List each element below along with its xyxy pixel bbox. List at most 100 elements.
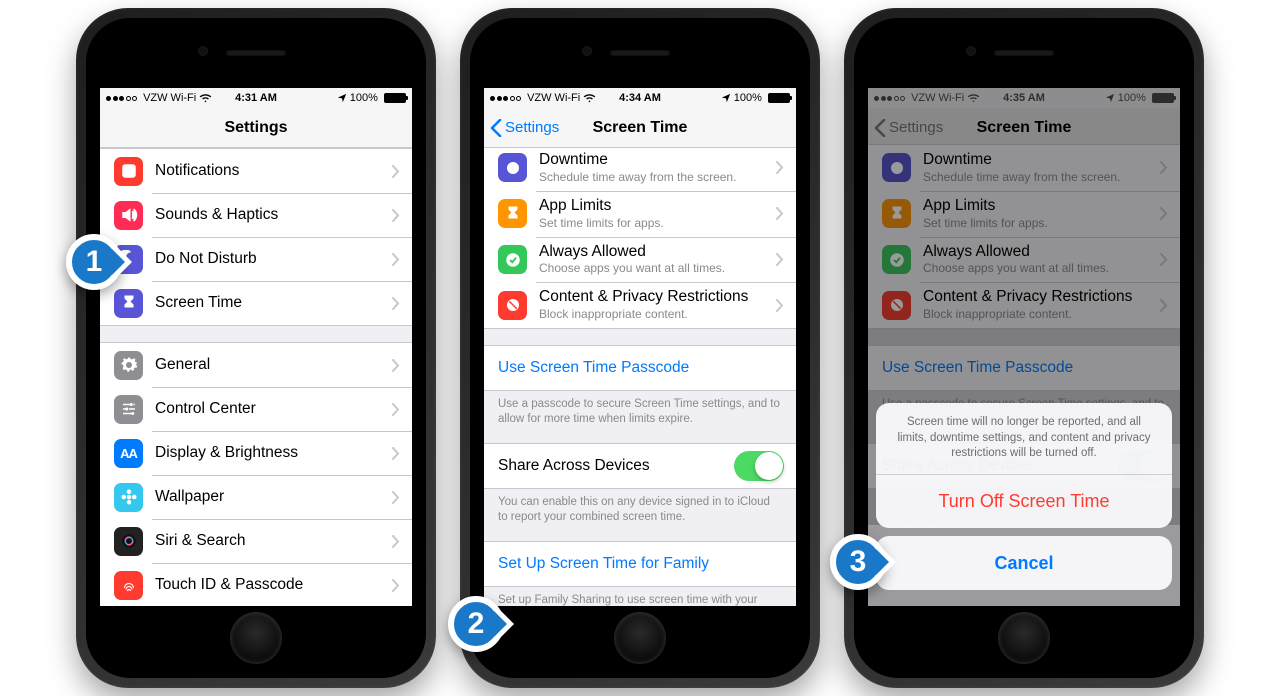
phone-1-slot: 1 VZW Wi-Fi 4:31 AM 100% [76, 8, 436, 688]
row-sublabel: Choose apps you want at all times. [539, 261, 770, 276]
chevron-right-icon [776, 207, 784, 220]
back-button[interactable]: Settings [490, 108, 559, 147]
screen-2: VZW Wi-Fi 4:34 AM 100% Set [484, 88, 796, 606]
share-footer: You can enable this on any device signed… [484, 489, 796, 525]
row-label: Display & Brightness [155, 444, 386, 462]
row-app-limits[interactable]: App LimitsSet time limits for apps. [484, 191, 796, 237]
chevron-left-icon [490, 119, 502, 137]
status-bar: VZW Wi-Fi 4:34 AM 100% [484, 88, 796, 108]
phone-3-slot: 3 VZW Wi-Fi 4:35 AM 100% [844, 8, 1204, 688]
row-label: Notifications [155, 162, 386, 180]
row-label: Sounds & Haptics [155, 206, 386, 224]
stage: 1 VZW Wi-Fi 4:31 AM 100% [0, 0, 1280, 696]
page-title: Screen Time [593, 119, 688, 137]
row-control-center[interactable]: Control Center [100, 387, 412, 431]
callout-2-label: 2 [468, 607, 485, 641]
row-general[interactable]: General [100, 343, 412, 387]
navbar: Settings [100, 108, 412, 148]
page-title: Settings [224, 119, 287, 137]
settings-group-1: Notifications Sounds & Haptics Do Not Dist… [100, 148, 412, 326]
screen-1: VZW Wi-Fi 4:31 AM 100% Settings [100, 88, 412, 606]
home-button[interactable] [614, 612, 666, 664]
use-passcode-row[interactable]: Use Screen Time Passcode [484, 346, 796, 390]
row-touch-id-passcode[interactable]: Touch ID & Passcode [100, 563, 412, 606]
sheet-turn-off-label: Turn Off Screen Time [938, 491, 1109, 512]
row-notifications[interactable]: Notifications [100, 149, 412, 193]
settings-list[interactable]: Notifications Sounds & Haptics Do Not Dist… [100, 148, 412, 606]
home-button[interactable] [998, 612, 1050, 664]
row-content-privacy-restrictions[interactable]: Content & Privacy RestrictionsBlock inap… [484, 282, 796, 328]
control-icon [114, 395, 143, 424]
phone-1: VZW Wi-Fi 4:31 AM 100% Settings [76, 8, 436, 688]
aa-icon: AA [114, 439, 143, 468]
chevron-right-icon [776, 161, 784, 174]
share-row[interactable]: Share Across Devices [484, 444, 796, 488]
callout-2: 2 [448, 596, 504, 652]
hourglass-icon [114, 289, 143, 318]
status-time: 4:34 AM [484, 92, 796, 104]
navbar: Settings Screen Time [484, 108, 796, 148]
row-label: Touch ID & Passcode [155, 576, 386, 594]
row-label: Wallpaper [155, 488, 386, 506]
row-siri-search[interactable]: Siri & Search [100, 519, 412, 563]
row-sublabel: Set time limits for apps. [539, 216, 770, 231]
sheet-message: Screen time will no longer be reported, … [876, 403, 1172, 474]
row-label: Screen Time [155, 294, 386, 312]
chevron-right-icon [392, 359, 400, 372]
row-label: Do Not Disturb [155, 250, 386, 268]
sheet-turn-off-button[interactable]: Turn Off Screen Time [876, 474, 1172, 528]
callout-3: 3 [830, 534, 886, 590]
sheet-cancel-button[interactable]: Cancel [876, 536, 1172, 590]
screen-3: VZW Wi-Fi 4:35 AM 100% Set [868, 88, 1180, 606]
row-label: Content & Privacy Restrictions [539, 288, 770, 306]
check-icon [498, 245, 527, 274]
phone-2: VZW Wi-Fi 4:34 AM 100% Set [460, 8, 820, 688]
sheet-cancel-label: Cancel [994, 553, 1053, 574]
row-sublabel: Block inappropriate content. [539, 307, 770, 322]
passcode-group: Use Screen Time Passcode [484, 345, 796, 391]
chevron-right-icon [392, 297, 400, 310]
battery-icon [384, 93, 406, 103]
home-button[interactable] [230, 612, 282, 664]
phone-2-slot: 2 VZW Wi-Fi 4:34 AM 100% [460, 8, 820, 688]
share-toggle[interactable] [734, 451, 784, 481]
row-label: Control Center [155, 400, 386, 418]
status-bar: VZW Wi-Fi 4:31 AM 100% [100, 88, 412, 108]
row-sounds-haptics[interactable]: Sounds & Haptics [100, 193, 412, 237]
moon-icon [498, 153, 527, 182]
siri-icon [114, 527, 143, 556]
row-screen-time[interactable]: Screen Time [100, 281, 412, 325]
chevron-right-icon [776, 299, 784, 312]
finger-icon [114, 571, 143, 600]
settings-group-2: General Control Center AA Display & Brightn… [100, 342, 412, 606]
sounds-icon [114, 201, 143, 230]
phone-3: VZW Wi-Fi 4:35 AM 100% Set [844, 8, 1204, 688]
chevron-right-icon [392, 579, 400, 592]
row-label: Siri & Search [155, 532, 386, 550]
family-row[interactable]: Set Up Screen Time for Family [484, 542, 796, 586]
row-sublabel: Schedule time away from the screen. [539, 170, 770, 185]
features-group: DowntimeSchedule time away from the scre… [484, 144, 796, 329]
battery-icon [768, 93, 790, 103]
action-sheet: Screen time will no longer be reported, … [876, 403, 1172, 598]
row-display-brightness[interactable]: AA Display & Brightness [100, 431, 412, 475]
passcode-footer: Use a passcode to secure Screen Time set… [484, 391, 796, 427]
row-always-allowed[interactable]: Always AllowedChoose apps you want at al… [484, 237, 796, 283]
callout-3-label: 3 [850, 545, 867, 579]
nope-icon [498, 291, 527, 320]
chevron-right-icon [392, 253, 400, 266]
row-label: Always Allowed [539, 243, 770, 261]
row-wallpaper[interactable]: Wallpaper [100, 475, 412, 519]
row-label: Downtime [539, 151, 770, 169]
chevron-right-icon [776, 253, 784, 266]
notifications-icon [114, 157, 143, 186]
share-group: Share Across Devices [484, 443, 796, 489]
chevron-right-icon [392, 209, 400, 222]
chevron-right-icon [392, 403, 400, 416]
row-label: App Limits [539, 197, 770, 215]
row-downtime[interactable]: DowntimeSchedule time away from the scre… [484, 145, 796, 191]
chevron-right-icon [392, 491, 400, 504]
back-label: Settings [505, 119, 559, 136]
callout-1-label: 1 [86, 245, 103, 279]
screen-time-list[interactable]: DowntimeSchedule time away from the scre… [484, 144, 796, 606]
